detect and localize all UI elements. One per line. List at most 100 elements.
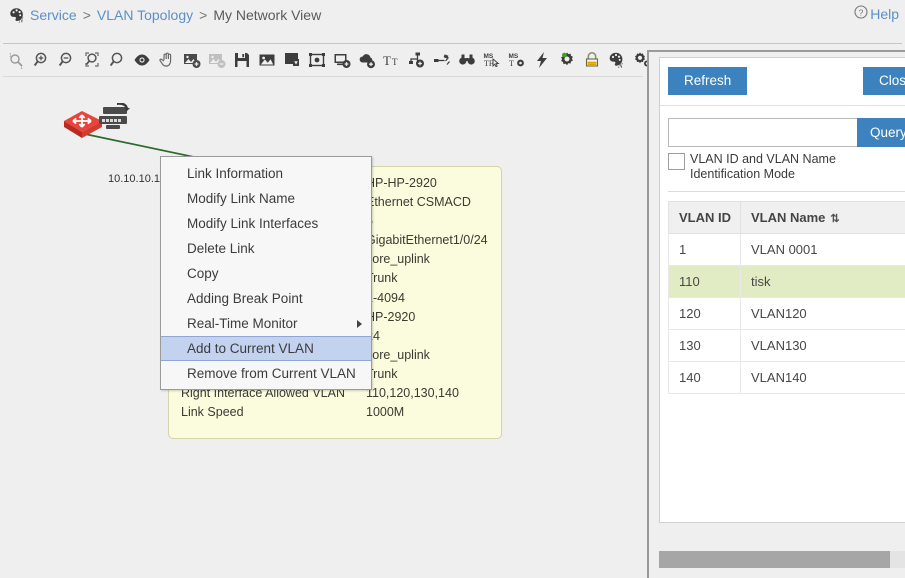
tooltip-key: Link Speed [181,405,244,420]
zoom-fit-icon[interactable] [105,48,129,72]
menu-item-delete-link[interactable]: Delete Link [161,236,371,261]
cell-vlan-name: VLAN140 [740,361,905,394]
table-header-row: VLAN ID VLAN Name ⇅ [668,201,905,234]
menu-item-modify-link-name[interactable]: Modify Link Name [161,186,371,211]
question-circle-icon: ? [854,5,868,22]
lock-icon[interactable] [580,48,604,72]
cell-vlan-name: VLAN130 [740,329,905,362]
zoom-area-icon[interactable] [80,48,104,72]
toolbar-icon-strip: 11 T T MS TF MS T N [0,46,650,74]
tooltip-value: core_uplink [366,252,430,267]
help-label: Help [870,5,899,22]
svg-text:?: ? [859,7,864,17]
save-icon[interactable] [230,48,254,72]
table-row[interactable]: 120 VLAN120 [668,297,905,330]
tooltip-value: 110,120,130,140 [366,386,459,401]
column-header-vlan-name-label: VLAN Name [751,210,826,225]
remove-image-icon[interactable] [205,48,229,72]
breadcrumb-item-service[interactable]: Service [30,7,77,23]
tooltip-value: GigabitEthernet1/0/24 [366,233,488,248]
add-link-icon[interactable] [405,48,429,72]
application-window: N Service > VLAN Topology > My Network V… [0,0,905,578]
menu-item-link-information[interactable]: Link Information [161,161,371,186]
ms-t-config-icon[interactable]: MS T [505,48,529,72]
green-gear-icon[interactable] [555,48,579,72]
column-header-vlan-name[interactable]: VLAN Name ⇅ [740,201,905,234]
menu-item-modify-link-interfaces[interactable]: Modify Link Interfaces [161,211,371,236]
cell-vlan-id: 110 [668,265,741,298]
breadcrumb-item-vlan-topology[interactable]: VLAN Topology [97,7,193,23]
refresh-button[interactable]: Refresh [668,67,748,95]
table-row[interactable]: 1 VLAN 0001 [668,233,905,266]
panel-horizontal-scrollbar[interactable] [659,551,905,568]
ms-tf-icon[interactable]: MS TF [480,48,504,72]
svg-text:T: T [509,59,514,68]
breadcrumb-bar: N Service > VLAN Topology > My Network V… [0,0,905,30]
close-button[interactable]: Close [863,67,905,95]
add-device-icon[interactable] [330,48,354,72]
submenu-arrow-icon [357,319,362,328]
fit-selection-icon[interactable] [305,48,329,72]
select-one-icon[interactable]: 11 [5,48,29,72]
sort-indicator-icon[interactable]: ⇅ [830,213,839,225]
identification-mode-row[interactable]: VLAN ID and VLAN Name Identification Mod… [668,152,905,182]
toolbar-bottom-divider [3,76,643,77]
lightning-icon[interactable] [530,48,554,72]
cell-vlan-name: tisk [740,265,905,298]
svg-text:N: N [617,62,623,70]
menu-item-label: Real-Time Monitor [187,316,298,331]
panel-scrollbar-thumb[interactable] [659,551,890,568]
subview-icon[interactable] [280,48,304,72]
column-header-vlan-id[interactable]: VLAN ID [668,201,741,234]
table-row[interactable]: 110 tisk [668,265,905,298]
menu-item-adding-break-point[interactable]: Adding Break Point [161,286,371,311]
table-row[interactable]: 140 VLAN140 [668,361,905,394]
breadcrumb-separator: > [199,7,208,23]
identification-mode-label: VLAN ID and VLAN Name Identification Mod… [690,152,836,181]
cell-vlan-id: 130 [668,329,741,362]
pan-hand-icon[interactable] [155,48,179,72]
table-row[interactable]: 130 VLAN130 [668,329,905,362]
cell-vlan-name: VLAN 0001 [740,233,905,266]
vlan-panel-content: Refresh Close Query VLAN ID and VLAN Nam… [659,57,905,523]
zoom-in-icon[interactable] [30,48,54,72]
background-image-icon[interactable] [255,48,279,72]
palette-network-icon[interactable]: N [605,48,629,72]
menu-item-remove-from-current-vlan[interactable]: Remove from Current VLAN [161,361,371,386]
add-text-icon[interactable]: TT [380,48,404,72]
tooltip-row: Link Speed 1000M [181,403,491,422]
binoculars-icon[interactable] [455,48,479,72]
gray-switch-icon[interactable] [93,103,135,143]
add-cloud-icon[interactable] [355,48,379,72]
identification-mode-checkbox[interactable] [668,153,685,170]
view-eye-icon[interactable] [130,48,154,72]
svg-text:N: N [18,17,24,25]
panel-button-bar: Refresh Close [660,58,905,106]
link-context-menu[interactable]: Link Information Modify Link Name Modify… [160,156,372,390]
help-link[interactable]: ? Help [854,5,899,22]
menu-item-add-to-current-vlan[interactable]: Add to Current VLAN [161,336,371,361]
tooltip-value: Ethernet CSMACD [366,195,471,210]
cell-vlan-name: VLAN120 [740,297,905,330]
query-row: Query [668,118,905,147]
toolbar-top-divider [3,43,902,44]
auto-link-icon[interactable] [430,48,454,72]
toolbar [0,30,905,46]
zoom-out-icon[interactable] [55,48,79,72]
cell-vlan-id: 120 [668,297,741,330]
vlan-side-panel: Refresh Close Query VLAN ID and VLAN Nam… [647,50,905,578]
add-image-icon[interactable] [180,48,204,72]
vlan-table: VLAN ID VLAN Name ⇅ 1 VLAN 0001 110 tisk [668,201,905,394]
palette-network-icon: N [8,6,26,25]
menu-item-copy[interactable]: Copy [161,261,371,286]
tooltip-value: HP-HP-2920 [366,176,437,190]
svg-text:TF: TF [484,59,494,68]
query-button[interactable]: Query [857,118,905,147]
query-divider [668,191,905,192]
menu-item-real-time-monitor[interactable]: Real-Time Monitor [161,311,371,336]
cell-vlan-id: 1 [668,233,741,266]
vlan-search-input[interactable] [668,118,857,147]
tooltip-value: 1000M [366,405,405,420]
breadcrumb-item-my-network-view: My Network View [213,7,322,23]
svg-text:T: T [383,53,391,68]
